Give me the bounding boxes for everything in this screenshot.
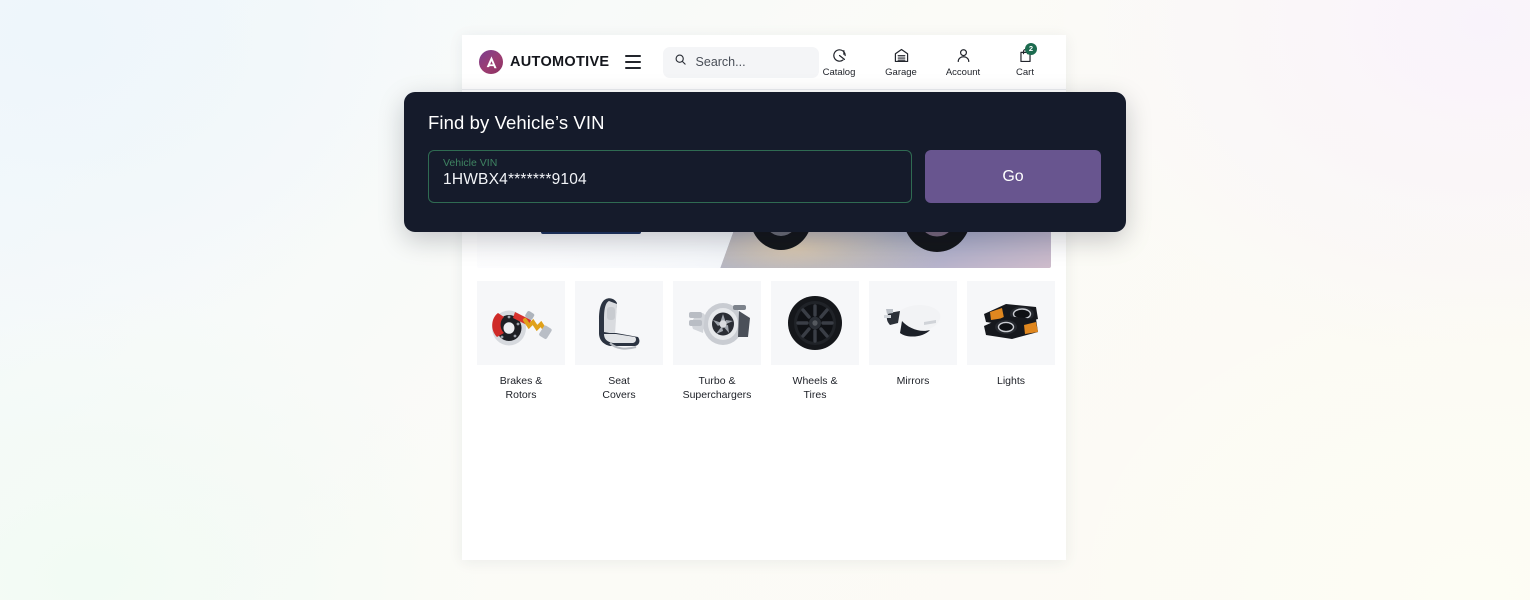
- hamburger-menu-icon[interactable]: [625, 55, 641, 69]
- category-list: Brakes & Rotors Seat Covers Turbo & Supe…: [462, 268, 1066, 403]
- site-header: AUTOMOTIVE Search... Catalog Garage Acco…: [462, 35, 1066, 90]
- vin-input-field[interactable]: Vehicle VIN: [428, 150, 912, 203]
- nav-label-account: Account: [945, 66, 981, 78]
- account-person-icon: [955, 47, 972, 65]
- nav-label-garage: Garage: [885, 66, 917, 78]
- category-item-wheels-tires[interactable]: Wheels & Tires: [771, 281, 859, 403]
- vin-panel-title: Find by Vehicle’s VIN: [428, 112, 605, 133]
- vin-input[interactable]: [443, 170, 897, 190]
- wheel-tire-icon: [771, 281, 859, 365]
- brand-name: AUTOMOTIVE: [510, 54, 610, 70]
- category-item-brakes-rotors[interactable]: Brakes & Rotors: [477, 281, 565, 403]
- search-icon: [674, 53, 687, 71]
- nav-label-catalog: Catalog: [822, 66, 856, 78]
- search-box[interactable]: [662, 46, 819, 78]
- category-label-wheels-tires: Wheels & Tires: [792, 375, 838, 402]
- garage-icon: [893, 47, 910, 65]
- catalog-gauge-icon: [831, 47, 848, 65]
- category-item-mirrors[interactable]: Mirrors: [869, 281, 957, 403]
- side-mirror-icon: [869, 281, 957, 365]
- nav-item-garage[interactable]: Garage: [881, 47, 921, 78]
- vin-form-row: Vehicle VIN Go: [428, 150, 1102, 203]
- category-label-brakes-rotors: Brakes & Rotors: [499, 375, 543, 402]
- vin-lookup-panel: Find by Vehicle’s VIN Vehicle VIN Go: [404, 92, 1126, 232]
- category-item-lights[interactable]: Lights: [967, 281, 1055, 403]
- turbocharger-icon: [673, 281, 761, 365]
- nav-label-cart: Cart: [1016, 66, 1034, 78]
- nav-item-account[interactable]: Account: [943, 47, 983, 78]
- brake-rotor-coilover-icon: [477, 281, 565, 365]
- search-input[interactable]: [695, 55, 808, 69]
- headlight-icon: [967, 281, 1055, 365]
- car-seat-icon: [575, 281, 663, 365]
- vin-input-label: Vehicle VIN: [443, 157, 498, 169]
- category-label-seat-covers: Seat Covers: [602, 375, 636, 402]
- nav-item-cart[interactable]: 2 Cart: [1005, 42, 1045, 78]
- brand-logo[interactable]: AUTOMOTIVE: [479, 50, 609, 74]
- category-label-turbo-superchargers: Turbo & Superchargers: [682, 375, 752, 402]
- header-nav: Catalog Garage Account 2 Cart: [819, 42, 1049, 78]
- automotive-a-logo-icon: [479, 50, 503, 74]
- category-item-seat-covers[interactable]: Seat Covers: [575, 281, 663, 403]
- category-item-turbo-superchargers[interactable]: Turbo & Superchargers: [673, 281, 761, 403]
- vin-go-button[interactable]: Go: [925, 150, 1101, 203]
- category-label-mirrors: Mirrors: [896, 375, 930, 387]
- category-label-lights: Lights: [996, 375, 1026, 387]
- nav-item-catalog[interactable]: Catalog: [819, 47, 859, 78]
- cart-count-badge: 2: [1025, 42, 1037, 55]
